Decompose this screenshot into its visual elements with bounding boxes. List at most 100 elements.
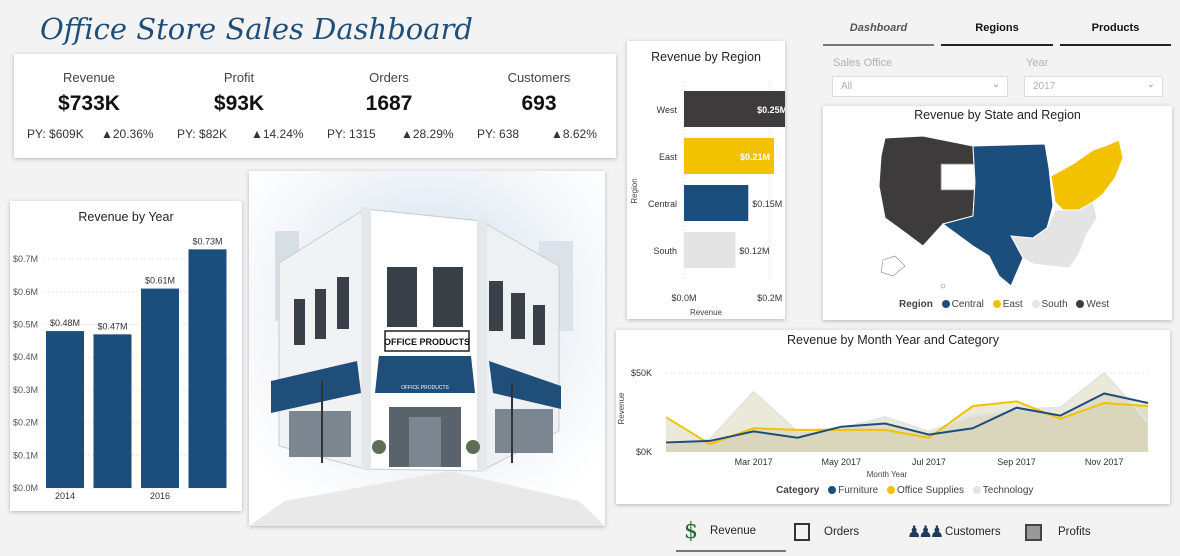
revenue-by-year-card: Revenue by Year $0.0M $0.1M $0.2M $0.3M $0.4… xyxy=(10,201,242,511)
tab-dashboard[interactable]: Dashboard xyxy=(823,14,934,46)
awning-text: OFFICE PRODUCTS xyxy=(401,385,449,391)
tab-regions[interactable]: Regions xyxy=(941,14,1053,46)
data-label: $0.15M xyxy=(752,199,782,209)
nav-label: Orders xyxy=(824,526,860,538)
legend-title: Region xyxy=(899,299,933,310)
legend-west: West xyxy=(1086,299,1110,310)
sales-office-label: Sales Office xyxy=(833,57,893,69)
x-tick-label: 2016 xyxy=(150,491,170,501)
x-tick-label: May 2017 xyxy=(822,457,862,467)
legend-south: South xyxy=(1041,299,1068,310)
chevron-down-icon: ⌄ xyxy=(991,79,1000,90)
y-tick-label: $0.5M xyxy=(13,320,38,330)
revenue-by-month-card: Revenue by Month Year and Category $50K $… xyxy=(616,330,1170,504)
receipt-icon xyxy=(794,523,810,541)
y-tick-label: $0.4M xyxy=(13,352,38,362)
data-label: $0.21M xyxy=(740,152,770,162)
kpi-previous-year: PY: $609K xyxy=(27,127,84,141)
y-tick-label: $0.7M xyxy=(13,254,38,264)
y-axis-title: Region xyxy=(630,178,639,203)
kpi-previous-year: PY: 638 xyxy=(477,127,520,141)
safe-icon xyxy=(1025,523,1042,541)
nav-profits-button[interactable]: Profits xyxy=(1025,512,1125,552)
region-east[interactable] xyxy=(1050,139,1124,211)
bar xyxy=(684,232,736,268)
nav-label: Revenue xyxy=(710,525,757,537)
y-tick-label: West xyxy=(657,105,678,115)
y-tick-label: $0.3M xyxy=(13,385,38,395)
x-tick-label: Nov 2017 xyxy=(1085,457,1124,467)
data-label: $0.25M xyxy=(757,105,785,115)
revenue-by-year-chart: $0.0M $0.1M $0.2M $0.3M $0.4M $0.5M $0.6M $0.7M… xyxy=(13,236,230,501)
map-legend: Region Central East South West xyxy=(899,299,1109,310)
store-illustration: OFFICE PRODUCTS OFFICE PRODUCTS xyxy=(249,171,605,526)
year-dropdown[interactable]: 2017 ⌄ xyxy=(1024,76,1163,97)
y-tick-label: $0.0M xyxy=(13,483,38,493)
nav-label: Customers xyxy=(945,526,1001,538)
kpi-value: $733K xyxy=(58,92,120,115)
kpi-card: Revenue $733K PY: $609K ▲20.36% Profit $… xyxy=(14,54,616,158)
kpi-customers: Customers 693 PY: 638 ▲8.62% xyxy=(464,54,614,158)
y-axis-title: Revenue xyxy=(617,392,626,425)
year-value: 2017 xyxy=(1033,81,1056,92)
data-label: $0.48M xyxy=(50,318,80,328)
bar xyxy=(46,331,84,488)
kpi-orders: Orders 1687 PY: 1315 ▲28.29% xyxy=(314,54,464,158)
nav-customers-button[interactable]: ♟♟♟ Customers xyxy=(907,512,1017,552)
category-legend: Category Furniture Office Supplies Techn… xyxy=(776,485,1033,496)
legend-dot xyxy=(992,300,1001,308)
y-tick-label: $0.1M xyxy=(13,450,38,460)
x-axis-title: Month Year xyxy=(867,470,908,479)
sales-office-dropdown[interactable]: All ⌄ xyxy=(832,76,1008,97)
people-icon: ♟♟♟ xyxy=(907,524,944,541)
kpi-profit: Profit $93K PY: $82K ▲14.24% xyxy=(164,54,314,158)
x-tick-label: $0.2M xyxy=(757,293,782,303)
kpi-value: 1687 xyxy=(365,92,413,115)
kpi-delta: ▲8.62% xyxy=(551,127,597,141)
y-tick-label: East xyxy=(659,152,678,162)
store-image: OFFICE PRODUCTS OFFICE PRODUCTS xyxy=(249,171,605,526)
x-tick-label: Jul 2017 xyxy=(912,457,946,467)
kpi-previous-year: PY: $82K xyxy=(177,127,228,141)
data-label: $0.47M xyxy=(97,321,127,331)
y-tick-label: $0K xyxy=(636,447,652,457)
kpi-label: Customers xyxy=(507,70,571,85)
legend-technology: Technology xyxy=(982,485,1034,496)
state-wyoming[interactable] xyxy=(940,163,978,191)
legend-office-supplies: Office Supplies xyxy=(896,485,965,496)
kpi-label: Revenue xyxy=(62,70,116,85)
revenue-by-region-chart: $0.0M $0.2M West $0.25M East $0.21M Central $0.… xyxy=(630,81,785,317)
x-tick-label: Sep 2017 xyxy=(997,457,1036,467)
dollar-icon: $ xyxy=(684,518,698,544)
kpi-value: $93K xyxy=(213,92,265,115)
year-label: Year xyxy=(1026,57,1049,69)
legend-dot xyxy=(941,300,950,308)
bar xyxy=(684,185,749,221)
legend-title: Category xyxy=(776,485,820,496)
kpi-delta: ▲28.29% xyxy=(401,127,454,141)
kpi-label: Orders xyxy=(369,70,409,85)
tab-products[interactable]: Products xyxy=(1060,14,1171,46)
legend-dot xyxy=(1031,300,1040,308)
state-hawaii[interactable] xyxy=(940,283,946,289)
state-alaska[interactable] xyxy=(880,255,906,277)
store-sign-text: OFFICE PRODUCTS xyxy=(384,337,470,347)
nav-orders-button[interactable]: Orders xyxy=(794,512,894,552)
legend-dot xyxy=(1076,300,1085,308)
revenue-by-month-chart: $50K $0K Mar 2017 May 2017 Jul 2017 Sep 2017 N… xyxy=(617,368,1149,479)
legend-east: East xyxy=(1002,299,1023,310)
dashboard-title: Office Store Sales Dashboard xyxy=(40,12,473,46)
legend-dot xyxy=(972,486,981,494)
x-tick-label: $0.0M xyxy=(671,293,696,303)
kpi-revenue: Revenue $733K PY: $609K ▲20.36% xyxy=(14,54,164,158)
us-region-map[interactable] xyxy=(823,106,1172,320)
revenue-by-region-card: Revenue by Region $0.0M $0.2M West $0.25M Ea… xyxy=(627,41,785,319)
sales-office-value: All xyxy=(841,81,853,92)
x-tick-label: Mar 2017 xyxy=(735,457,773,467)
revenue-map-card: Revenue by State and Region Region Centr… xyxy=(823,106,1172,320)
y-tick-label: $50K xyxy=(631,368,652,378)
nav-revenue-button[interactable]: $ Revenue xyxy=(676,512,786,552)
legend-central: Central xyxy=(951,299,984,310)
legend-dot xyxy=(828,486,837,494)
x-axis-title: Revenue xyxy=(690,308,723,317)
